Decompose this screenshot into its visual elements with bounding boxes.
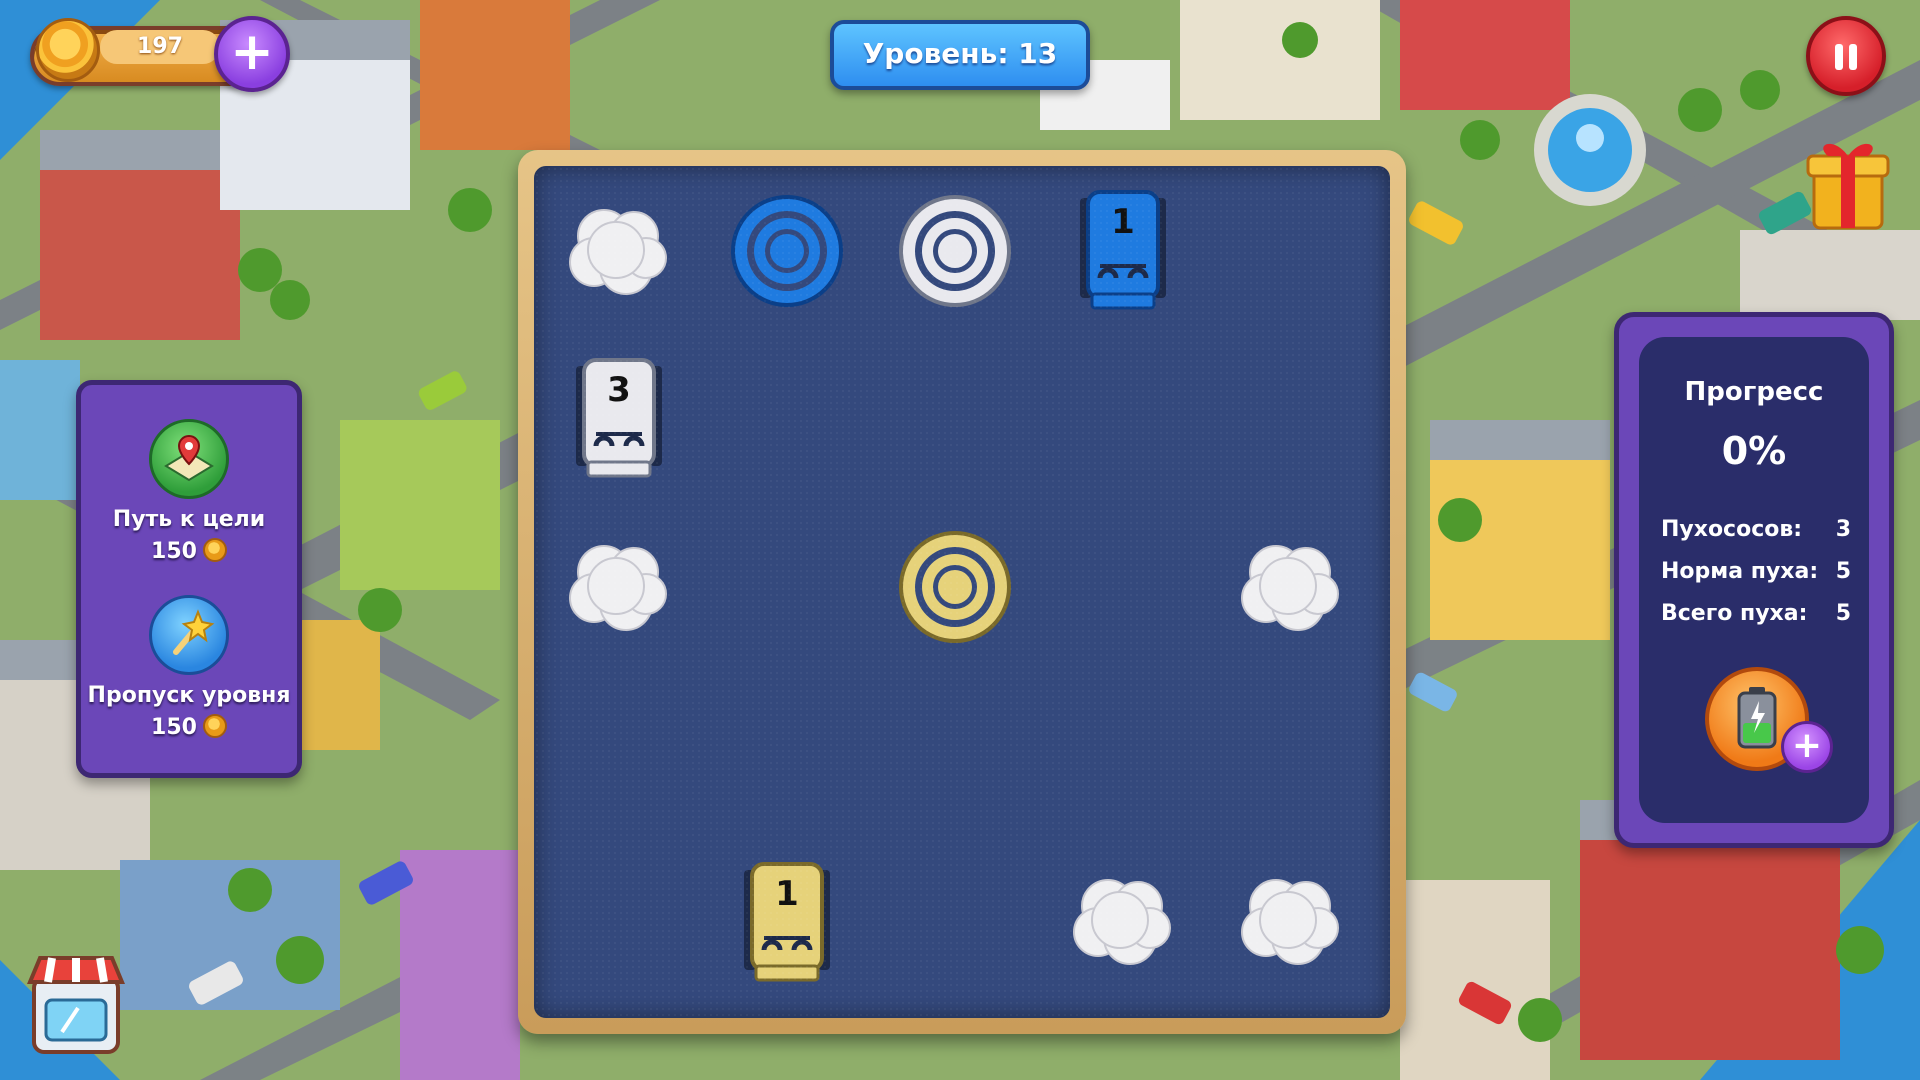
robot-number: 1: [775, 874, 799, 914]
magic-wand-icon[interactable]: [149, 595, 229, 675]
pause-icon-bar-right: [1849, 44, 1857, 70]
fluff-cloud: [1241, 879, 1339, 965]
fluff-cloud: [569, 545, 667, 631]
pause-button[interactable]: [1806, 16, 1886, 96]
map-pin-icon[interactable]: [149, 419, 229, 499]
boost-price: 150: [81, 538, 297, 564]
boost-path-to-goal[interactable]: Путь к цели 150: [81, 419, 297, 564]
progress-panel-inner: Прогресс 0% Пухососов: 3 Норма пуха: 5 В…: [1639, 337, 1869, 823]
add-coins-button[interactable]: +: [214, 16, 290, 92]
coin-icon: [202, 714, 227, 738]
robot-number: 1: [1111, 202, 1135, 242]
stat-row-fluff-norm: Норма пуха: 5: [1661, 559, 1851, 584]
coin-icon: [202, 538, 227, 562]
boost-title: Пропуск уровня: [87, 683, 291, 708]
boost-price: 150: [81, 714, 297, 740]
stat-label: Пухососов:: [1661, 517, 1803, 542]
fluff-cloud: [569, 209, 667, 295]
target-yellow: [899, 531, 1011, 643]
boost-panel: Путь к цели 150 Пропуск уровня 150: [76, 380, 302, 778]
stat-row-vacuums: Пухососов: 3: [1661, 517, 1851, 542]
shop-button[interactable]: [26, 952, 126, 1058]
stat-value: 5: [1835, 601, 1851, 626]
stat-value: 3: [1835, 517, 1851, 542]
robot-yellow[interactable]: 1: [722, 858, 852, 988]
target-blue: [731, 195, 843, 307]
stat-value: 5: [1835, 559, 1851, 584]
coin-icon: [36, 18, 100, 82]
game-board[interactable]: 1 3 1: [534, 166, 1390, 1018]
progress-title: Прогресс: [1684, 377, 1824, 407]
boost-title: Путь к цели: [112, 507, 266, 532]
stat-label: Норма пуха:: [1661, 559, 1819, 584]
stat-label: Всего пуха:: [1661, 601, 1808, 626]
gift-button[interactable]: [1804, 126, 1892, 232]
coin-counter: 197 +: [30, 16, 290, 96]
add-battery-button[interactable]: +: [1781, 721, 1833, 773]
fluff-cloud: [1241, 545, 1339, 631]
pause-icon-bar-left: [1835, 44, 1843, 70]
coin-count: 197: [100, 30, 220, 64]
shop-icon: [27, 956, 125, 1054]
gift-icon: [1806, 143, 1890, 230]
robot-number: 3: [607, 370, 631, 410]
level-title: Уровень: 13: [830, 20, 1090, 90]
boost-skip-level[interactable]: Пропуск уровня 150: [81, 595, 297, 740]
progress-panel: Прогресс 0% Пухососов: 3 Норма пуха: 5 В…: [1614, 312, 1894, 848]
stat-row-fluff-total: Всего пуха: 5: [1661, 601, 1851, 626]
target-white: [899, 195, 1011, 307]
robot-white[interactable]: 3: [554, 354, 684, 484]
progress-percent: 0%: [1721, 429, 1787, 473]
fluff-cloud: [1073, 879, 1171, 965]
robot-blue[interactable]: 1: [1058, 186, 1188, 316]
